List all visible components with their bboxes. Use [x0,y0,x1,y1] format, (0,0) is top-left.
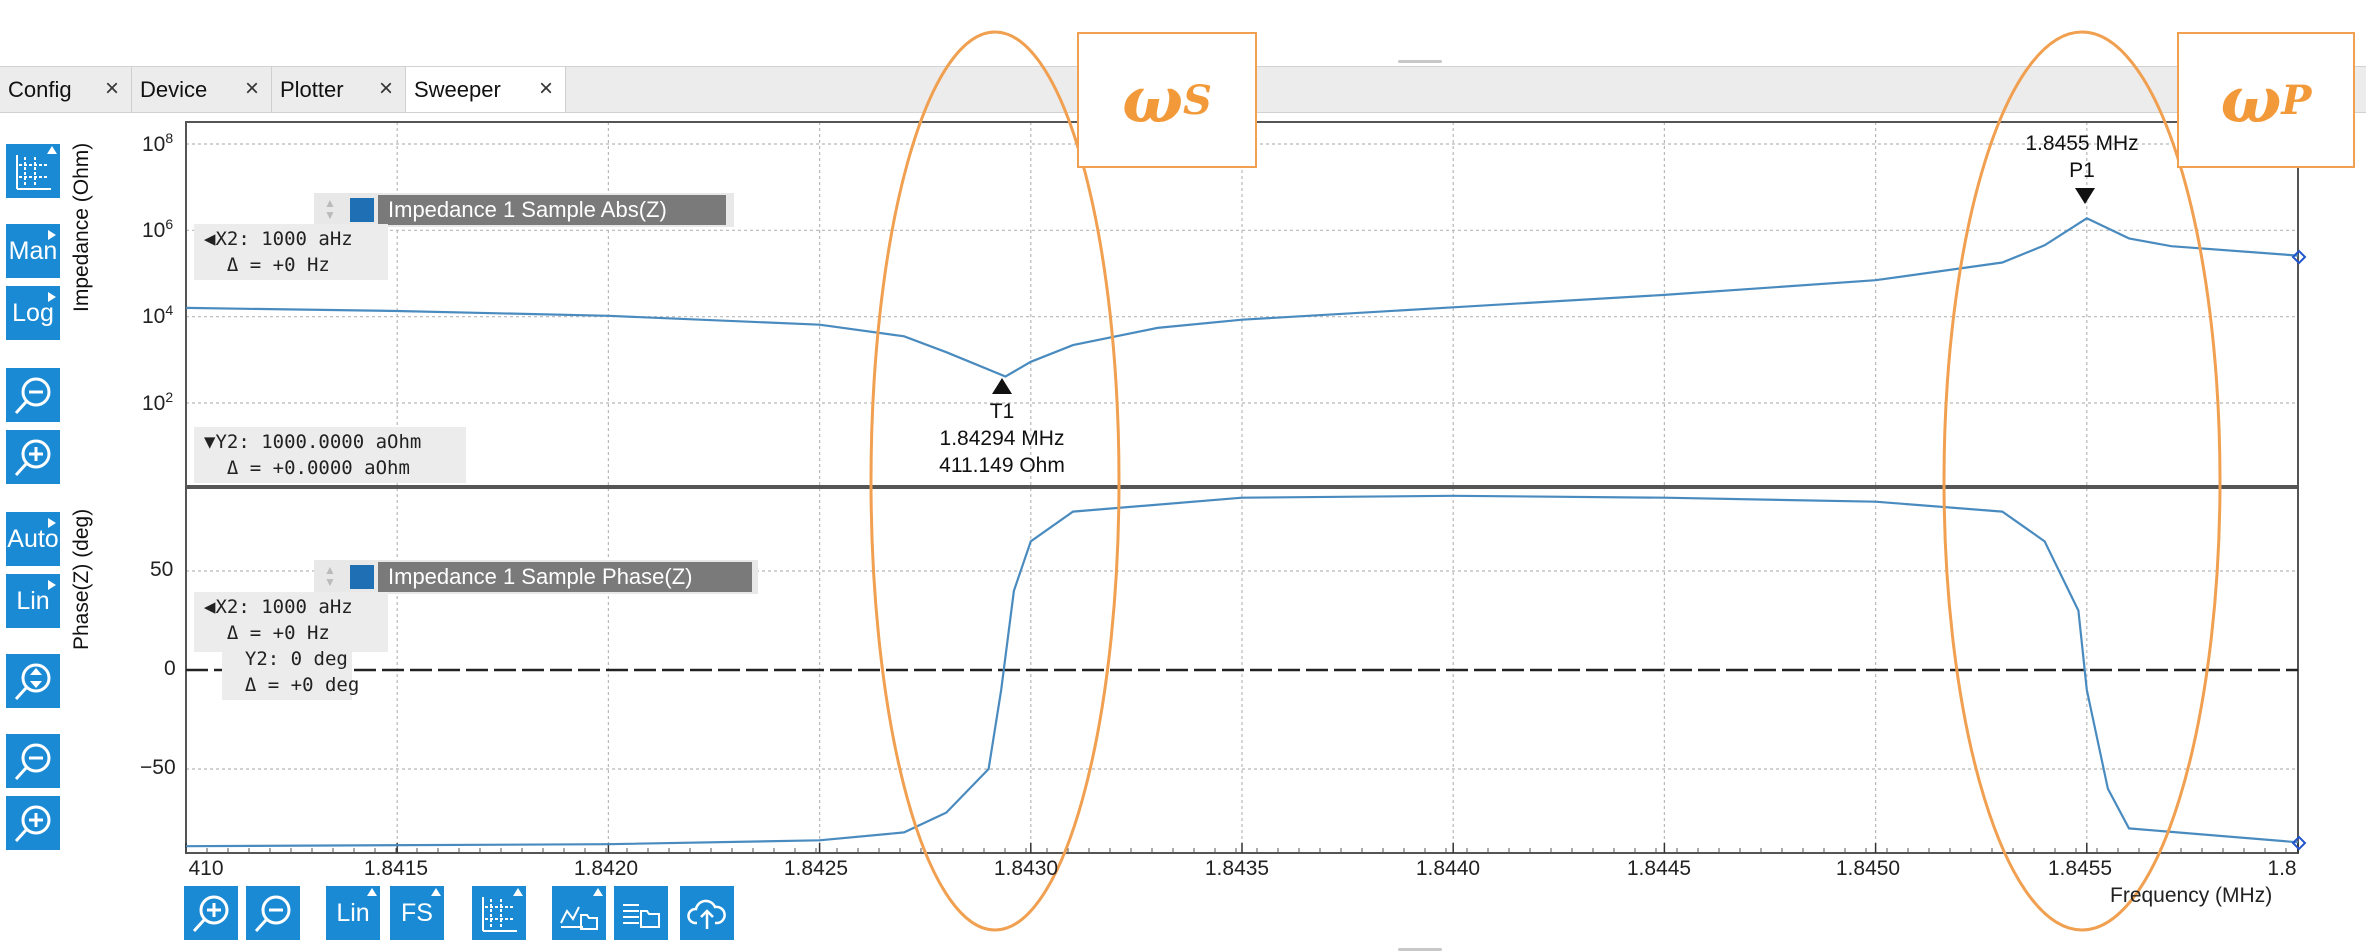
cursor-line: ▼Y2: 1000.0000 aOhm [204,431,422,453]
top-x-cursor-readout[interactable]: ◀X2: 1000 aHz Δ = +0 Hz [194,224,388,280]
parallel-resonance-annotation: ωP [2177,32,2355,168]
x-tick-label: 1.8435 [1204,857,1270,880]
cloud-upload-button[interactable] [680,886,734,940]
marker-p1-icon[interactable] [2075,188,2095,204]
x-tick-label: 1.8455 [2047,857,2113,880]
bottom-x-cursor-readout[interactable]: ◀X2: 1000 aHz Δ = +0 Hz [194,592,388,652]
cursor-delta: Δ = +0 Hz [204,254,330,276]
x-tick-label: 1.8415 [363,857,429,880]
cloud-upload-icon [687,899,726,929]
marker-t1-label: T1 1.84294 MHz 411.149 Ohm [939,398,1065,479]
button-label: Lin [336,898,370,927]
legend-scroll-icon[interactable]: ▲ ▼ [324,564,336,588]
legend-label: Impedance 1 Sample Phase(Z) [378,562,752,592]
marker-value: 411.149 Ohm [939,454,1065,477]
cursor-delta: Δ = +0.0000 aOhm [204,457,410,479]
bottom-y-cursor-readout[interactable]: Y2: 0 deg Δ = +0 deg [222,646,360,700]
cursor-line: ◀X2: 1000 aHz [204,228,353,250]
cursor-delta: Δ = +0 deg [222,674,360,696]
series-resonance-annotation: ωS [1077,32,1257,168]
dropdown-indicator-icon [593,888,603,896]
dropdown-indicator-icon [431,888,441,896]
top-y-cursor-readout[interactable]: ▼Y2: 1000.0000 aOhm Δ = +0.0000 aOhm [194,427,466,483]
x-tick-label: 1.8425 [783,857,849,880]
x-tick-label: 1.8450 [1835,857,1901,880]
zoom-in-icon [192,895,229,933]
button-label: FS [401,898,433,927]
x-zoom-out-button[interactable] [246,886,300,940]
x-tick-label: 1.8440 [1415,857,1481,880]
marker-frequency: 1.84294 MHz [939,427,1065,450]
table-folder-icon [623,904,660,928]
x-full-scale-button[interactable]: FS [390,886,444,940]
legend-swatch [350,198,374,222]
legend-swatch [350,565,374,589]
marker-t1-icon[interactable] [992,378,1012,394]
marker-name: P1 [2069,159,2095,182]
x-tick-label: 410 [188,857,224,880]
x-tick-label: 1.8445 [1626,857,1692,880]
zoom-out-icon [254,895,291,933]
marker-name: T1 [989,400,1015,423]
dropdown-indicator-icon [367,888,377,896]
x-tick-label: 1.8420 [573,857,639,880]
top-plot-legend[interactable]: ▲ ▼ Impedance 1 Sample Abs(Z) [314,193,734,227]
marker-frequency: 1.8455 MHz [2025,132,2139,155]
chart-folder-icon [560,906,598,930]
cursor-line: Y2: 0 deg [222,648,348,670]
bottom-plot-legend[interactable]: ▲ ▼ Impedance 1 Sample Phase(Z) [314,560,758,594]
x-tick-label: 1.8 [2267,857,2297,880]
dropdown-indicator-icon [513,888,523,896]
save-plot-button[interactable] [552,886,606,940]
legend-scroll-icon[interactable]: ▲ ▼ [324,197,336,221]
x-grid-config-button[interactable] [472,886,526,940]
cursor-delta: Δ = +0 Hz [204,622,330,644]
marker-p1-label: 1.8455 MHz P1 [2025,130,2138,184]
x-lin-scale-button[interactable]: Lin [326,886,380,940]
legend-label: Impedance 1 Sample Abs(Z) [378,195,726,225]
x-axis-label: Frequency (MHz) [2110,884,2273,907]
cursor-line: ◀X2: 1000 aHz [204,596,353,618]
grid-icon [482,897,517,932]
x-zoom-in-button[interactable] [184,886,238,940]
save-data-button[interactable] [614,886,668,940]
x-tick-label: 1.8430 [993,857,1059,880]
